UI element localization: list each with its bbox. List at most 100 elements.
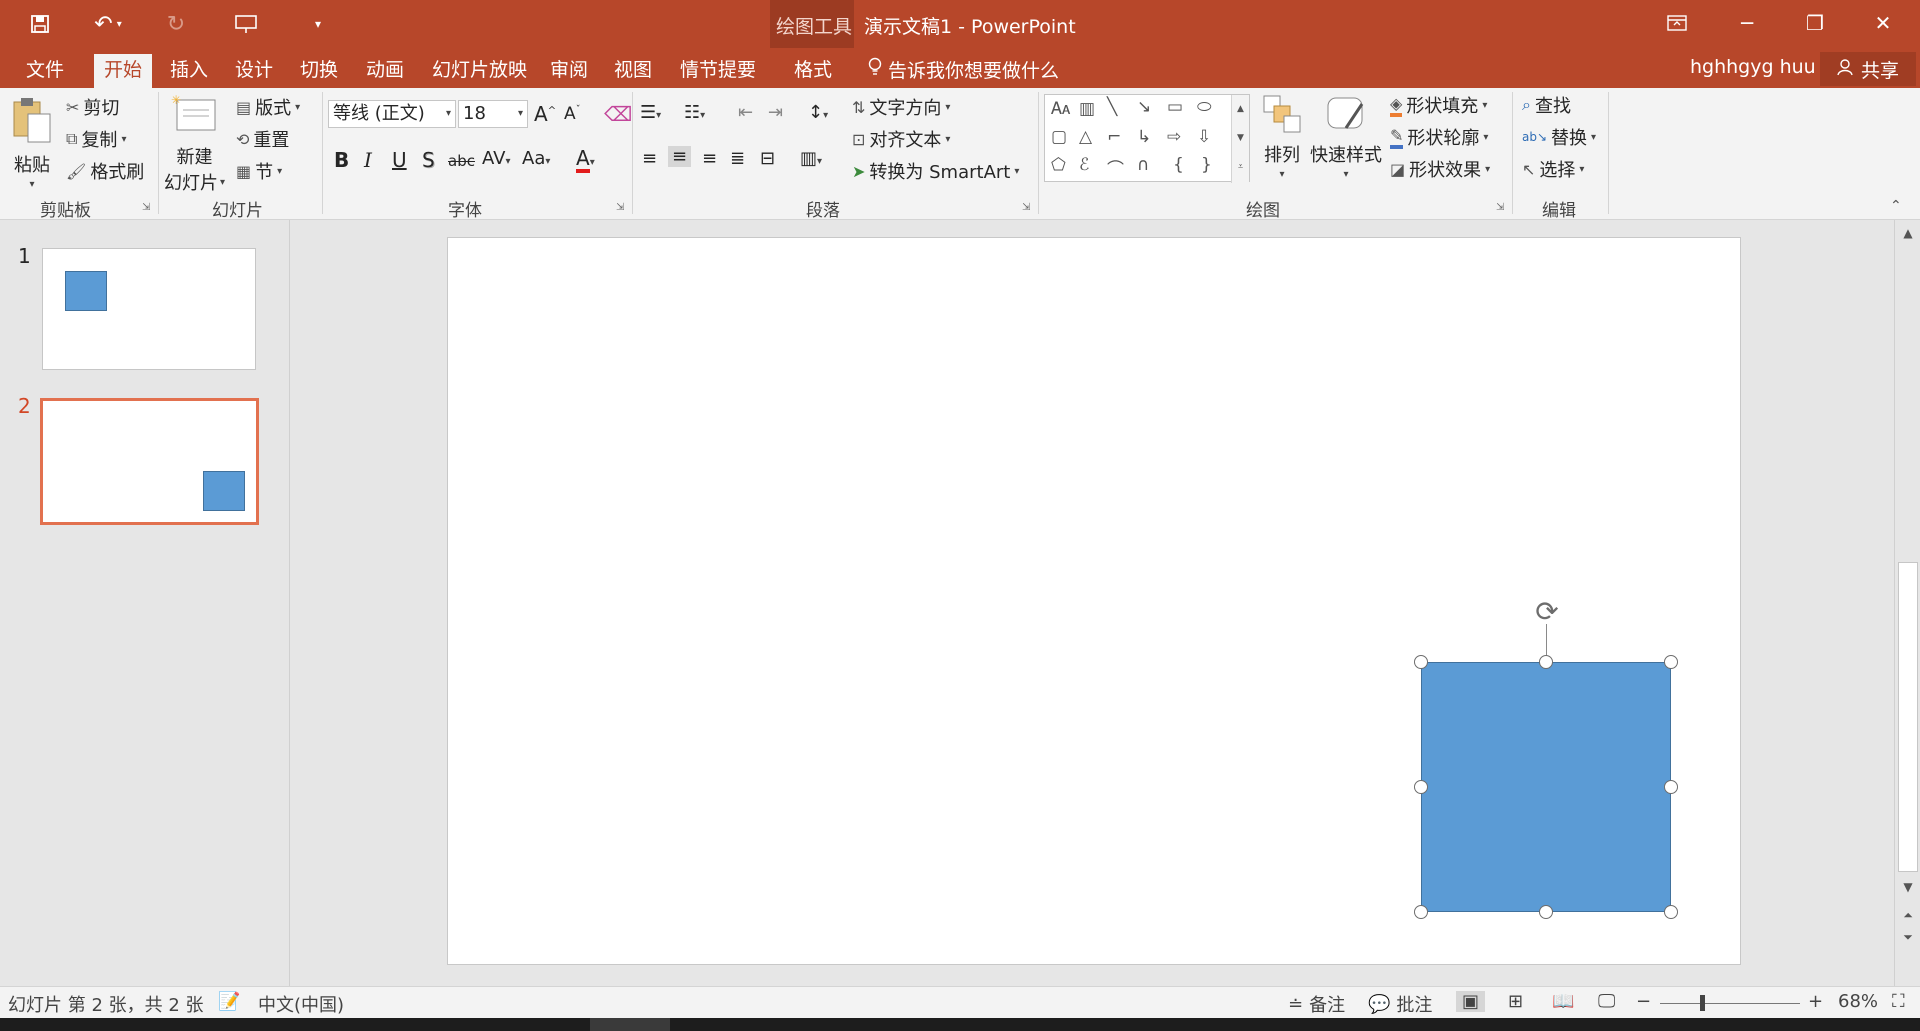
slideshow-view-icon[interactable]: 🖵 — [1598, 991, 1615, 1012]
restore-icon[interactable]: ❐ — [1784, 0, 1846, 46]
font-launcher-icon[interactable]: ⇲ — [616, 202, 624, 213]
drawing-launcher-icon[interactable]: ⇲ — [1496, 202, 1504, 213]
resize-handle-right[interactable] — [1664, 780, 1678, 794]
bold-button[interactable]: B — [334, 148, 349, 172]
vertical-textbox-shape-icon[interactable]: ▥ — [1079, 99, 1095, 119]
slide-thumbnail-2[interactable] — [40, 398, 259, 525]
convert-smartart-button[interactable]: ➤ 转换为 SmartArt ▾ — [852, 158, 1019, 184]
reading-view-icon[interactable]: 📖 — [1552, 991, 1574, 1012]
tab-design[interactable]: 设计 — [225, 54, 283, 88]
start-from-beginning-icon[interactable] — [230, 8, 262, 40]
resize-handle-top[interactable] — [1539, 655, 1553, 669]
comments-button[interactable]: 💬 批注 — [1368, 991, 1432, 1017]
tab-animations[interactable]: 动画 — [356, 54, 414, 88]
right-arrow-shape-icon[interactable]: ⇨ — [1167, 127, 1181, 147]
columns-button[interactable]: ▥▾ — [800, 148, 822, 169]
gallery-up-icon[interactable]: ▲ — [1232, 95, 1249, 124]
resize-handle-top-left[interactable] — [1414, 655, 1428, 669]
gallery-scroll[interactable]: ▲ ▼ ⩡ — [1231, 95, 1249, 183]
align-center-icon[interactable]: ≡ — [668, 146, 692, 167]
shapes-gallery[interactable]: 🗛 ▥ ╲ ↘ ▭ ⬭ ▢ △ ⌐ ↳ ⇨ ⇩ ⬠ ℰ ⌒ ∩ { } ▲ ▼ … — [1044, 94, 1250, 183]
zoom-slider-track[interactable] — [1660, 1003, 1800, 1004]
resize-handle-bottom-left[interactable] — [1414, 905, 1428, 919]
align-left-icon[interactable]: ≡ — [642, 148, 657, 169]
clear-formatting-icon[interactable]: ⌫ — [604, 102, 632, 126]
shrink-font-icon[interactable]: Aˇ — [564, 104, 581, 124]
gallery-down-icon[interactable]: ▼ — [1232, 124, 1249, 153]
chevron-down-icon[interactable]: ▾ — [518, 101, 523, 127]
change-case-button[interactable]: Aa▾ — [522, 148, 550, 169]
bullets-button[interactable]: ☰▾ — [640, 102, 661, 123]
left-brace-shape-icon[interactable]: { — [1173, 155, 1184, 175]
chevron-down-icon[interactable]: ▾ — [446, 101, 451, 127]
normal-view-icon[interactable]: ▣ — [1456, 991, 1486, 1012]
gallery-more-icon[interactable]: ⩡ — [1232, 153, 1249, 182]
replace-button[interactable]: ab↘ 替换 ▾ — [1522, 124, 1596, 150]
vertical-scrollbar[interactable]: ▲ ▼ ⏶ ⏷ — [1894, 220, 1920, 986]
font-color-button[interactable]: A▾ — [576, 146, 595, 173]
rounded-rectangle-shape-icon[interactable]: ▢ — [1051, 127, 1067, 147]
oval-shape-icon[interactable]: ⬭ — [1197, 97, 1212, 117]
tab-storyboarding[interactable]: 情节提要 — [670, 54, 766, 88]
select-button[interactable]: ↖ 选择 ▾ — [1522, 156, 1584, 182]
close-icon[interactable]: ✕ — [1852, 0, 1914, 46]
character-spacing-button[interactable]: AV▾ — [482, 148, 511, 169]
ribbon-display-options-icon[interactable] — [1646, 0, 1708, 46]
numbering-button[interactable]: ☷▾ — [684, 102, 705, 123]
user-account[interactable]: hghhgyg huu — [1690, 56, 1816, 78]
strikethrough-button[interactable]: abc — [448, 152, 475, 170]
reset-button[interactable]: ⟲ 重置 — [236, 126, 289, 152]
paste-button[interactable]: 粘贴 ▾ — [10, 94, 54, 190]
align-right-icon[interactable]: ≡ — [702, 148, 717, 169]
line-shape-icon[interactable]: ╲ — [1107, 97, 1117, 117]
zoom-in-icon[interactable]: + — [1808, 991, 1823, 1012]
customize-qat-icon[interactable]: ▾ — [306, 8, 330, 40]
grow-font-icon[interactable]: A^ — [534, 102, 556, 126]
copy-button[interactable]: ⧉ 复制 ▾ — [66, 126, 126, 152]
shape-effects-button[interactable]: ◪ 形状效果 ▾ — [1390, 156, 1490, 182]
fit-to-window-icon[interactable]: ⛶ — [1892, 991, 1905, 1012]
undo-icon[interactable]: ↶ ▾ — [86, 8, 130, 40]
justify-icon[interactable]: ≣ — [730, 148, 745, 169]
distribute-icon[interactable]: ⊟ — [760, 148, 775, 169]
language-indicator[interactable]: 中文(中国) — [258, 991, 344, 1017]
tab-transitions[interactable]: 切换 — [290, 54, 348, 88]
rectangle-shape-icon[interactable]: ▭ — [1167, 97, 1183, 117]
elbow-arrow-shape-icon[interactable]: ↳ — [1137, 127, 1151, 147]
scroll-down-icon[interactable]: ▼ — [1895, 876, 1920, 898]
freeform-shape-icon[interactable]: ⬠ — [1051, 155, 1066, 175]
elbow-connector-shape-icon[interactable]: ⌐ — [1107, 127, 1121, 147]
curve-shape-icon[interactable]: ∩ — [1137, 155, 1149, 175]
shape-fill-button[interactable]: ◈ 形状填充 ▾ — [1390, 92, 1487, 118]
resize-handle-left[interactable] — [1414, 780, 1428, 794]
triangle-shape-icon[interactable]: △ — [1079, 127, 1092, 147]
line-spacing-button[interactable]: ↕▾ — [808, 102, 828, 123]
resize-handle-bottom-right[interactable] — [1664, 905, 1678, 919]
arrow-line-shape-icon[interactable]: ↘ — [1137, 97, 1151, 117]
font-size-combo[interactable]: 18 ▾ — [458, 100, 528, 128]
zoom-level[interactable]: 68% — [1838, 991, 1878, 1012]
layout-button[interactable]: ▤ 版式 ▾ — [236, 94, 300, 120]
underline-button[interactable]: U — [392, 148, 407, 172]
tab-slideshow[interactable]: 幻灯片放映 — [422, 54, 537, 88]
down-arrow-shape-icon[interactable]: ⇩ — [1197, 127, 1211, 147]
find-button[interactable]: ⌕ 查找 — [1522, 92, 1571, 118]
slide-sorter-icon[interactable]: ⊞ — [1508, 991, 1523, 1012]
scroll-thumb[interactable] — [1898, 562, 1918, 872]
share-button[interactable]: 共享 — [1820, 52, 1916, 86]
tab-insert[interactable]: 插入 — [160, 54, 218, 88]
slide-thumbnail-1[interactable] — [42, 248, 256, 370]
tab-file[interactable]: 文件 — [16, 54, 74, 88]
resize-handle-bottom[interactable] — [1539, 905, 1553, 919]
scroll-up-icon[interactable]: ▲ — [1895, 222, 1920, 244]
tell-me-box[interactable]: 告诉我你想要做什么 — [868, 56, 1059, 83]
shape-outline-button[interactable]: ✎ 形状轮廓 ▾ — [1390, 124, 1488, 150]
selected-rectangle-shape[interactable] — [1421, 662, 1671, 912]
clipboard-launcher-icon[interactable]: ⇲ — [142, 202, 150, 213]
arrange-button[interactable]: 排列 ▾ — [1262, 94, 1302, 180]
notes-button[interactable]: ≐ 备注 — [1288, 991, 1345, 1017]
font-name-combo[interactable]: 等线 (正文) ▾ — [328, 100, 456, 128]
align-text-button[interactable]: ⊡ 对齐文本 ▾ — [852, 126, 950, 152]
italic-button[interactable]: I — [364, 148, 372, 172]
rotate-handle-icon[interactable]: ⟳ — [1530, 594, 1564, 628]
